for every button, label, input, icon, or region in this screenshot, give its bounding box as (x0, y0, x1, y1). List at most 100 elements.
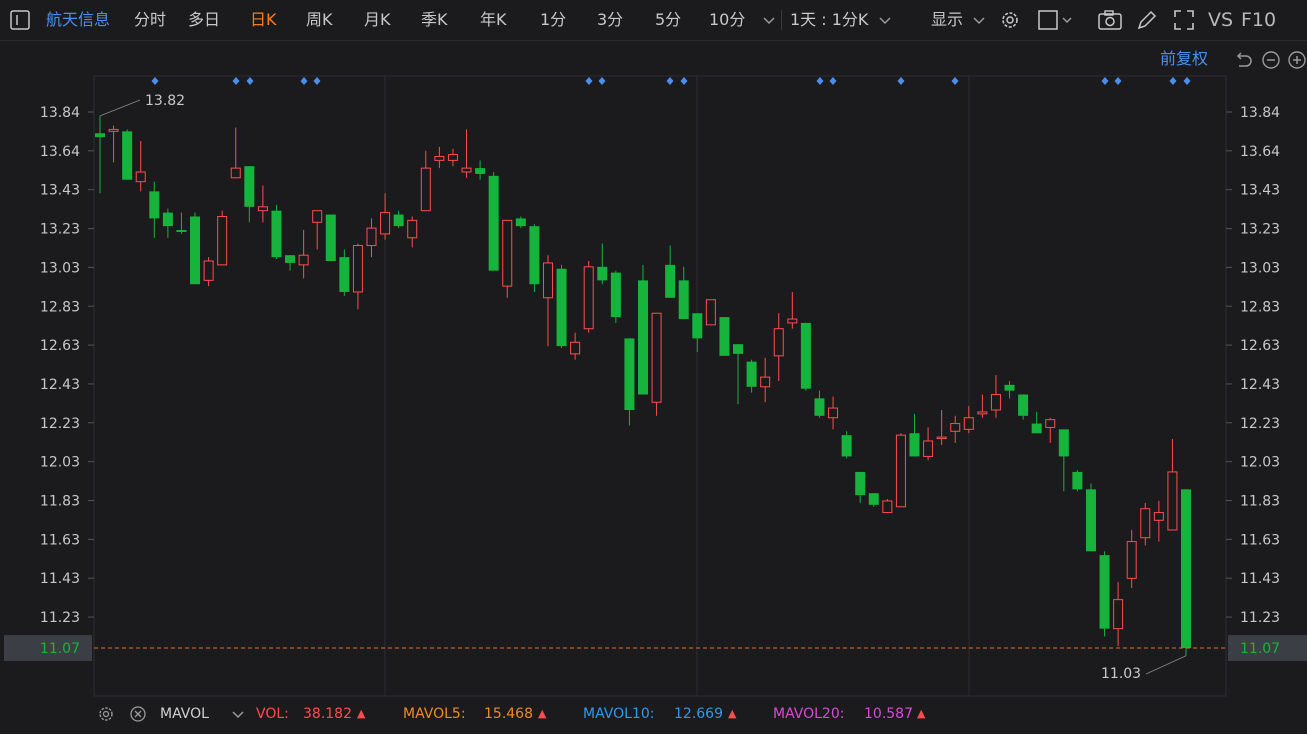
tick-label: 11.23 (40, 610, 80, 626)
candle-body (773, 328, 784, 357)
candle (1099, 551, 1110, 637)
gear-icon[interactable] (998, 8, 1022, 32)
candle-body (393, 214, 404, 227)
chevron-down-icon[interactable] (230, 704, 246, 734)
layout-icon[interactable] (1036, 8, 1076, 32)
candle (638, 264, 648, 395)
tick-label: 13.03 (1240, 260, 1280, 276)
vs-button[interactable]: VS (1208, 0, 1233, 40)
candle-body (1140, 508, 1151, 539)
volume-legend: MAVOL VOL: 38.182 ▲ MAVOL5: 15.468 ▲ MAV… (0, 700, 1307, 722)
mavol5-label: MAVOL5: (403, 706, 466, 722)
fullscreen-icon[interactable] (1172, 8, 1196, 32)
candle (1181, 489, 1191, 656)
chevron-down-icon[interactable] (760, 8, 778, 32)
candle-body (366, 227, 377, 247)
tick-label: 11.83 (1240, 494, 1280, 510)
candle (841, 431, 852, 459)
candle (529, 224, 540, 292)
candle-body (190, 216, 201, 285)
tick-label: 13.64 (40, 144, 80, 160)
tab-intraday[interactable]: 分时 (134, 0, 166, 40)
candle-body (271, 210, 282, 258)
candle (895, 433, 906, 508)
mavol10-up-arrow-icon: ▲ (728, 707, 737, 720)
candle-body (705, 299, 716, 326)
tick-label: 13.23 (1240, 222, 1280, 238)
current-price-label-right: 11.07 (1240, 641, 1280, 657)
candle-body (651, 312, 662, 403)
candle (705, 299, 716, 326)
stock-name[interactable]: 航天信息 (46, 0, 110, 40)
tick-label: 12.03 (1240, 455, 1280, 471)
candle (325, 214, 336, 261)
f10-button[interactable]: F10 (1241, 0, 1276, 40)
candle-body (583, 266, 594, 330)
mavol10-label: MAVOL10: (583, 706, 655, 722)
settings-icon[interactable] (96, 704, 116, 734)
candle-body (1004, 384, 1015, 391)
candle (122, 129, 133, 180)
toolbar: 航天信息 分时 多日 日K 周K 月K 季K 年K 1分 3分 5分 10分 1… (0, 0, 1307, 41)
candle-body (610, 272, 621, 318)
candle-body (950, 423, 961, 432)
range-select[interactable]: 1天 : 1分K (790, 0, 868, 40)
candle-body (990, 394, 1001, 411)
candle-body (312, 210, 323, 223)
candle-body (923, 440, 934, 457)
candle-body (1031, 423, 1042, 434)
tick-label: 13.03 (40, 260, 80, 276)
candle-body (692, 313, 703, 339)
tab-daily-k[interactable]: 日K (250, 0, 277, 40)
pen-icon[interactable] (1135, 8, 1159, 32)
candle-body (719, 317, 730, 356)
tick-label: 12.23 (1240, 416, 1280, 432)
chevron-down-icon[interactable] (970, 8, 988, 32)
mavol20-up-arrow-icon: ▲ (917, 707, 926, 720)
camera-icon[interactable] (1097, 8, 1123, 32)
tick-label: 13.84 (40, 105, 80, 121)
chevron-down-icon[interactable] (876, 8, 894, 32)
candle (1085, 483, 1096, 552)
display-menu[interactable]: 显示 (931, 0, 963, 40)
candle-body (1045, 419, 1056, 428)
candle-body (325, 214, 336, 261)
tab-1min[interactable]: 1分 (540, 0, 566, 40)
tab-10min[interactable]: 10分 (709, 0, 745, 40)
tick-label: 11.63 (1240, 532, 1280, 548)
candle-body (475, 168, 486, 174)
indicator-name[interactable]: MAVOL (160, 700, 209, 728)
candle-body (841, 435, 852, 457)
candle (217, 210, 228, 266)
current-price-label-left: 11.07 (40, 641, 80, 657)
candle-body (217, 215, 228, 266)
tick-label: 11.43 (1240, 571, 1280, 587)
tab-5min[interactable]: 5分 (655, 0, 681, 40)
candle-body (1167, 471, 1178, 531)
candle-body (352, 245, 363, 293)
candle (719, 317, 730, 356)
candle-body (1153, 512, 1164, 521)
sidebar-toggle-icon[interactable] (8, 8, 32, 32)
candle-body (556, 268, 567, 347)
tab-yearly-k[interactable]: 年K (480, 0, 507, 40)
candlestick-chart[interactable]: 13.84 13.64 13.43 13.23 13.03 12.83 12.63 12.43… (0, 40, 1307, 718)
candle-body (380, 212, 391, 235)
low-price-label: 11.03 (1101, 666, 1141, 682)
candle-body (909, 433, 920, 457)
candle-body (298, 254, 309, 266)
mavol5-up-arrow-icon: ▲ (538, 707, 547, 720)
tick-label: 12.63 (40, 338, 80, 354)
tab-quarterly-k[interactable]: 季K (421, 0, 448, 40)
tick-label: 12.43 (40, 377, 80, 393)
price-axis-left: 13.84 13.64 13.43 13.23 13.03 12.83 12.63 12.43… (40, 105, 94, 626)
tab-multi-day[interactable]: 多日 (188, 0, 220, 40)
candle-body (434, 156, 445, 161)
tab-monthly-k[interactable]: 月K (364, 0, 391, 40)
tab-3min[interactable]: 3分 (597, 0, 623, 40)
close-icon[interactable] (128, 704, 148, 734)
tab-weekly-k[interactable]: 周K (306, 0, 333, 40)
tick-label: 13.43 (40, 183, 80, 199)
candle-body (638, 280, 648, 395)
tick-label: 13.64 (1240, 144, 1280, 160)
